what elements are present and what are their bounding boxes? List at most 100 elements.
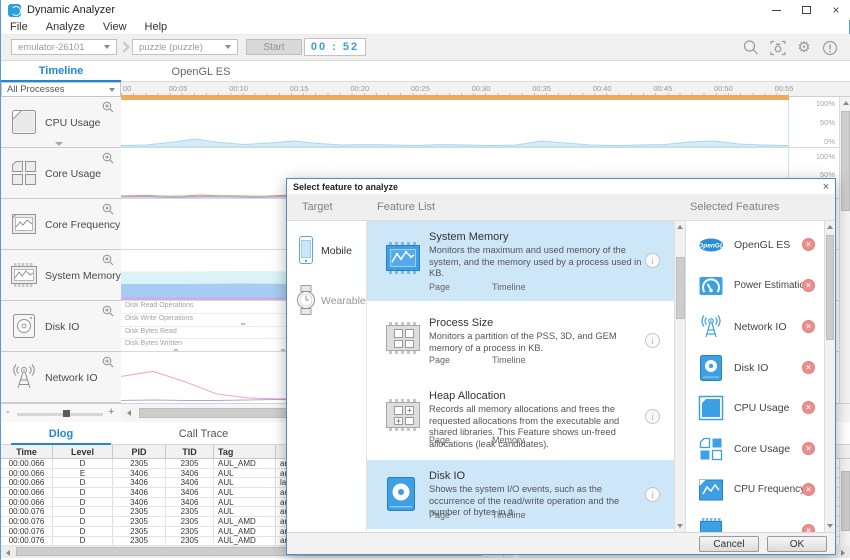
info-button[interactable]: [821, 39, 839, 57]
chart-row-disk-io[interactable]: Disk IO: [1, 301, 121, 352]
dialog-close-button[interactable]: ×: [817, 179, 835, 195]
selected-feature-cpu-frequency[interactable]: CPU Frequency ×: [686, 472, 824, 508]
info-icon[interactable]: i: [645, 333, 660, 348]
zoom-icon[interactable]: [102, 101, 114, 113]
menu-file[interactable]: File: [10, 21, 28, 33]
selected-feature-power-estimation[interactable]: Power Estimation ×: [686, 268, 824, 304]
scroll-left-button[interactable]: [2, 547, 14, 559]
remove-icon[interactable]: ×: [802, 279, 815, 292]
scroll-down-button[interactable]: [825, 520, 835, 532]
selected-feature-core-usage[interactable]: Core Usage ×: [686, 431, 824, 467]
triangle-right-icon: [841, 550, 845, 556]
chart-row-core-frequency[interactable]: Core Frequency: [1, 199, 121, 250]
info-icon[interactable]: i: [645, 487, 660, 502]
info-icon[interactable]: i: [645, 253, 660, 268]
remove-icon[interactable]: ×: [802, 442, 815, 455]
tab-call-trace[interactable]: Call Trace: [121, 422, 286, 445]
zoom-icon[interactable]: [102, 203, 114, 215]
zoom-icon[interactable]: [102, 305, 114, 317]
feature-item-disk-io[interactable]: Disk IO Shows the system I/O events, suc…: [367, 460, 674, 529]
maximize-icon: [802, 6, 811, 14]
chart-row-cpu-usage[interactable]: CPU Usage: [1, 97, 121, 148]
cpu-usage-chart-row[interactable]: [121, 97, 839, 148]
feature-item-process-size[interactable]: Process Size Monitors a partition of the…: [367, 307, 674, 374]
slider-thumb[interactable]: [63, 410, 70, 417]
remove-icon[interactable]: ×: [802, 320, 815, 333]
table-vertical-scrollbar[interactable]: [839, 459, 850, 546]
ruler-tick: 00:30: [472, 84, 491, 93]
remove-icon[interactable]: ×: [802, 524, 815, 532]
scroll-up-button[interactable]: [840, 97, 850, 109]
zoom-in-button[interactable]: +: [108, 406, 114, 418]
selected-feature-partial[interactable]: ×: [686, 513, 824, 532]
slider-track[interactable]: [17, 413, 103, 416]
feature-list-scrollbar[interactable]: [674, 221, 686, 532]
remove-icon[interactable]: ×: [802, 483, 815, 496]
remove-icon[interactable]: ×: [802, 361, 815, 374]
tab-opengl-es[interactable]: OpenGL ES: [121, 61, 281, 82]
feature-item-system-memory[interactable]: System Memory Monitors the maximum and u…: [367, 221, 674, 301]
zoom-icon[interactable]: [102, 356, 114, 368]
application-select[interactable]: puzzle (puzzle): [132, 39, 238, 55]
heap-allocation-feature-icon: [383, 398, 423, 432]
feature-item-heap-allocation[interactable]: Heap Allocation Records all memory alloc…: [367, 380, 674, 454]
tab-timeline[interactable]: Timeline: [1, 61, 121, 82]
selected-feature-cpu-usage[interactable]: CPU Usage ×: [686, 390, 824, 426]
scrollbar-thumb[interactable]: [841, 471, 850, 531]
chart-row-network-io[interactable]: Network IO: [1, 352, 121, 403]
dialog-column-headers: Target Feature List Selected Features: [287, 195, 835, 221]
menu-view[interactable]: View: [103, 21, 127, 33]
ok-button[interactable]: OK: [767, 536, 827, 552]
target-wearable[interactable]: Wearable: [287, 283, 367, 323]
zoom-icon[interactable]: [102, 152, 114, 164]
remove-icon[interactable]: ×: [802, 238, 815, 251]
system-memory-icon: [9, 260, 39, 290]
device-select[interactable]: emulator-26101: [11, 39, 117, 55]
chart-row-system-memory[interactable]: System Memory: [1, 250, 121, 301]
selected-features-scrollbar[interactable]: [824, 221, 835, 532]
scrollbar-thumb[interactable]: [676, 257, 685, 319]
column-header-tid[interactable]: TID: [166, 445, 214, 458]
cpu-frequency-blue-icon: [698, 477, 724, 503]
maximize-button[interactable]: [791, 0, 821, 20]
selected-feature-network-io[interactable]: Network IO ×: [686, 309, 824, 345]
selected-feature-disk-io[interactable]: Disk IO ×: [686, 350, 824, 386]
scrollbar-thumb[interactable]: [826, 235, 834, 340]
scroll-right-button[interactable]: [837, 547, 849, 559]
info-icon: [821, 39, 839, 57]
search-button[interactable]: [742, 39, 760, 57]
chart-row-core-usage[interactable]: Core Usage: [1, 148, 121, 199]
info-icon[interactable]: i: [645, 409, 660, 424]
view-tabs: Timeline OpenGL ES: [1, 61, 850, 82]
column-header-level[interactable]: Level: [53, 445, 113, 458]
menu-help[interactable]: Help: [145, 21, 168, 33]
close-button[interactable]: ×: [821, 0, 850, 20]
start-button[interactable]: Start: [246, 39, 302, 55]
collapse-handle-icon[interactable]: [55, 142, 63, 146]
menu-analyze[interactable]: Analyze: [46, 21, 85, 33]
scroll-down-button[interactable]: [675, 520, 685, 532]
process-filter-select[interactable]: All Processes: [1, 82, 121, 97]
screenshot-button[interactable]: [769, 39, 787, 57]
target-mobile[interactable]: Mobile: [287, 233, 367, 273]
disk-io-icon: [9, 311, 39, 341]
column-header-tag[interactable]: Tag: [214, 445, 276, 458]
scroll-up-button[interactable]: [825, 221, 835, 233]
scrollbar-thumb[interactable]: [841, 111, 850, 211]
disk-io-mark: [174, 349, 178, 351]
scroll-left-button[interactable]: [123, 407, 135, 419]
dialog-title: Select feature to analyze: [287, 182, 398, 192]
zoom-out-button[interactable]: -: [6, 406, 10, 418]
cancel-button[interactable]: Cancel: [699, 536, 759, 552]
column-header-time[interactable]: Time: [1, 445, 53, 458]
axis-label: 50%: [791, 118, 835, 127]
scroll-up-button[interactable]: [675, 221, 685, 233]
remove-icon[interactable]: ×: [802, 401, 815, 414]
zoom-icon[interactable]: [102, 254, 114, 266]
selected-feature-opengl-es[interactable]: OpenGL OpenGL ES ×: [686, 227, 824, 263]
tab-dlog[interactable]: Dlog: [1, 422, 121, 445]
minimize-button[interactable]: [761, 0, 791, 20]
settings-button[interactable]: ⚙: [795, 39, 813, 57]
column-header-pid[interactable]: PID: [113, 445, 166, 458]
charts-vertical-scrollbar[interactable]: [839, 97, 850, 403]
